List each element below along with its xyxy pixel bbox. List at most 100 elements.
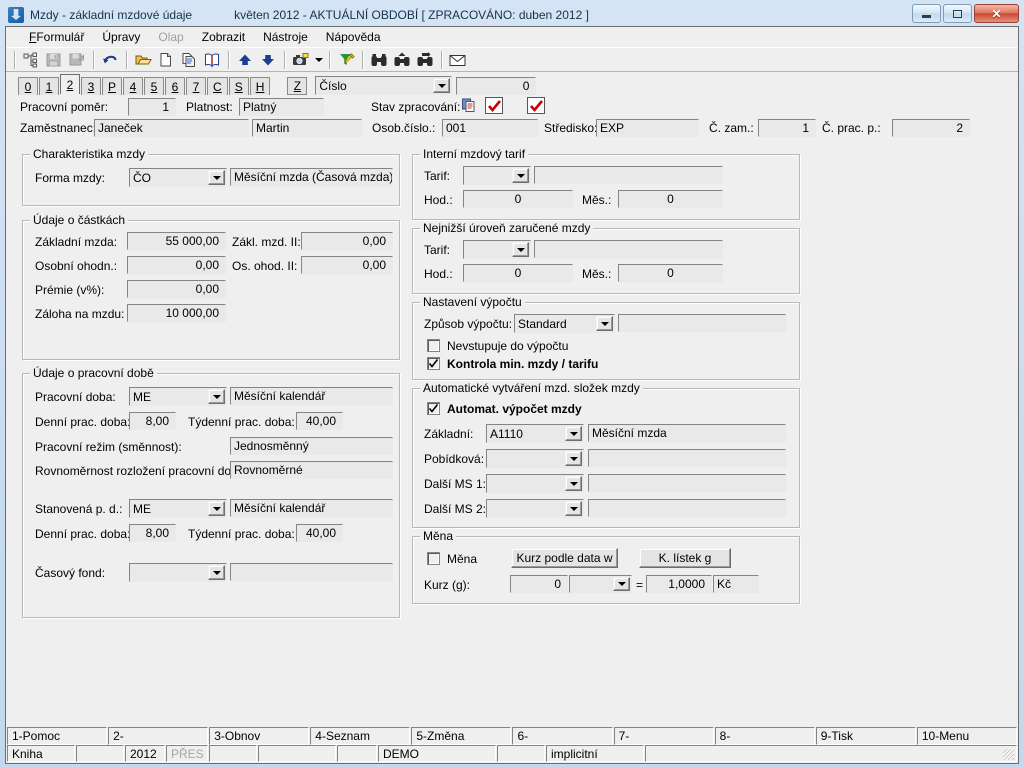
tydenni-prac-doba-input[interactable]: 40,00 [296,412,343,430]
dalsi-ms2-combo[interactable] [486,499,584,518]
stanovena-pd-dropdown-button[interactable] [208,501,225,516]
tab-s[interactable]: S [228,77,249,95]
maximize-button[interactable] [943,4,972,23]
tab-0[interactable]: 0 [18,77,38,95]
tab-7[interactable]: 7 [186,77,207,95]
tydenni-prac-doba-2-input[interactable]: 40,00 [296,524,343,542]
kurz-currency-dropdown-button[interactable] [613,577,630,591]
nevstupuje-do-vypoctu-checkbox[interactable] [427,339,440,352]
kurz-currency-combo[interactable] [569,575,632,593]
zakladni-ms-dropdown-button[interactable] [565,426,582,441]
nejnizsi-tarif-combo[interactable] [463,240,531,259]
jmeno-input[interactable]: Martin [252,119,362,137]
zakladni-mzda-input[interactable]: 55 000,00 [127,232,226,250]
camera-icon[interactable] [290,49,312,70]
stav-check-1[interactable] [485,97,503,114]
kontrola-min-mzdy-checkbox[interactable] [427,357,440,370]
menu-item-zobrazit[interactable]: Zobrazit [193,28,254,46]
tab-5[interactable]: 5 [144,77,165,95]
binoculars-find-next-icon[interactable] [391,49,413,70]
tab-3[interactable]: 3 [81,77,101,95]
arrow-up-icon[interactable] [234,49,256,70]
fkey-5[interactable]: 5-Změna [411,727,512,745]
interni-tarif-dropdown-button[interactable] [512,168,529,183]
fkey-8[interactable]: 8- [714,727,815,745]
menu-item-napoveda[interactable]: Nápověda [317,28,390,46]
denni-prac-doba-2-input[interactable]: 8,00 [129,524,176,542]
tab-c[interactable]: C [207,77,228,95]
filter-clear-icon[interactable] [335,49,357,70]
premie-input[interactable]: 0,00 [127,280,226,298]
denni-prac-doba-input[interactable]: 8,00 [129,412,176,430]
nejnizsi-mes-input[interactable]: 0 [618,264,723,282]
menu-item-formular[interactable]: FFormulář [20,28,93,46]
tab-p[interactable]: P [102,77,123,95]
minimize-button[interactable] [912,4,941,23]
fkey-4[interactable]: 4-Seznam [310,727,411,745]
c-prac-p-input[interactable]: 2 [892,119,970,137]
forma-mzdy-combo[interactable]: ČO [129,168,227,187]
pracovni-doba-combo[interactable]: ME [129,387,227,406]
pobidkova-ms-combo[interactable] [486,449,584,468]
status-cell-resize-grip[interactable] [645,745,1017,762]
fkey-1[interactable]: 1-Pomoc [7,727,108,745]
tree-structure-icon[interactable] [20,49,42,70]
osob-cislo-input[interactable]: 001 [442,119,538,137]
forma-mzdy-dropdown-button[interactable] [208,170,225,185]
nejnizsi-hod-input[interactable]: 0 [463,264,573,282]
prijmeni-input[interactable]: Janeček [94,119,249,137]
fkey-9[interactable]: 9-Tisk [815,727,916,745]
menu-item-upravy[interactable]: Úpravy [93,28,149,46]
pracovni-doba-dropdown-button[interactable] [208,389,225,404]
platnost-input[interactable]: Platný [239,98,324,116]
tab-4[interactable]: 4 [123,77,144,95]
kurz-rate-input[interactable]: 1,0000 [646,575,712,593]
copy-icon[interactable] [178,49,200,70]
k-listek-button[interactable]: K. lístek g [639,548,731,568]
zakl-mzd-ii-input[interactable]: 0,00 [301,232,393,250]
dalsi-ms1-dropdown-button[interactable] [565,476,582,491]
nejnizsi-tarif-dropdown-button[interactable] [512,242,529,257]
dalsi-ms2-dropdown-button[interactable] [565,501,582,516]
tab-z-button[interactable]: Z [287,77,308,95]
casovy-fond-combo[interactable] [129,563,227,582]
zaloha-na-mzdu-input[interactable]: 10 000,00 [127,304,226,322]
kurz-amount-input[interactable]: 0 [510,575,568,593]
fkey-10[interactable]: 10-Menu [916,727,1017,745]
stav-check-2[interactable] [527,97,545,114]
book-icon[interactable] [201,49,223,70]
sort-field-combo[interactable]: Číslo [315,76,453,95]
interni-tarif-hod-input[interactable]: 0 [463,190,573,208]
mail-icon[interactable] [447,49,469,70]
stanovena-pd-combo[interactable]: ME [129,499,227,518]
zpusob-vypoctu-dropdown-button[interactable] [596,316,613,331]
fkey-7[interactable]: 7- [613,727,714,745]
fkey-2[interactable]: 2- [108,727,209,745]
tab-2[interactable]: 2 [60,74,80,94]
arrow-down-icon[interactable] [257,49,279,70]
close-button[interactable]: ✕ [974,4,1019,23]
c-zam-input[interactable]: 1 [758,119,816,137]
new-document-icon[interactable] [155,49,177,70]
casovy-fond-dropdown-button[interactable] [208,565,225,580]
tab-h[interactable]: H [249,77,271,95]
interni-tarif-combo[interactable] [463,166,531,185]
camera-dropdown-arrow-icon[interactable] [313,49,324,70]
interni-tarif-mes-input[interactable]: 0 [618,190,723,208]
zpusob-vypoctu-combo[interactable]: Standard [514,314,615,333]
pracovni-pomer-input[interactable]: 1 [128,98,176,116]
fkey-3[interactable]: 3-Obnov [209,727,310,745]
sort-number-input[interactable]: 0 [456,76,537,95]
open-folder-icon[interactable] [132,49,154,70]
dalsi-ms1-combo[interactable] [486,474,584,493]
tab-6[interactable]: 6 [165,77,186,95]
sort-field-dropdown-button[interactable] [433,78,451,93]
automat-vypocet-mzdy-checkbox[interactable] [427,402,440,415]
menu-item-nastroje[interactable]: Nástroje [254,28,317,46]
binoculars-find-prev-icon[interactable] [414,49,436,70]
zakladni-ms-combo[interactable]: A1110 [486,424,584,443]
os-ohod-ii-input[interactable]: 0,00 [301,256,393,274]
mena-checkbox[interactable] [427,552,440,565]
document-status-icon[interactable] [462,98,478,117]
undo-icon[interactable] [99,49,121,70]
